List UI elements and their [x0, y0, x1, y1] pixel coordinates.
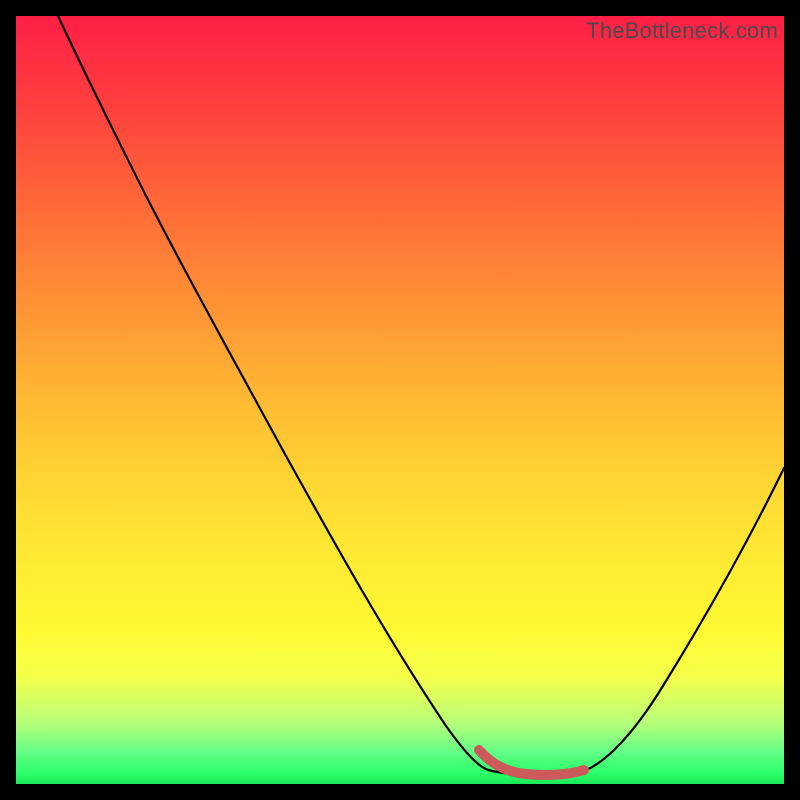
- curve-right-branch: [581, 468, 784, 772]
- plot-area: TheBottleneck.com: [16, 16, 784, 784]
- chart-frame: TheBottleneck.com: [0, 0, 800, 800]
- chart-svg: [16, 16, 784, 784]
- curve-left-branch: [58, 16, 488, 770]
